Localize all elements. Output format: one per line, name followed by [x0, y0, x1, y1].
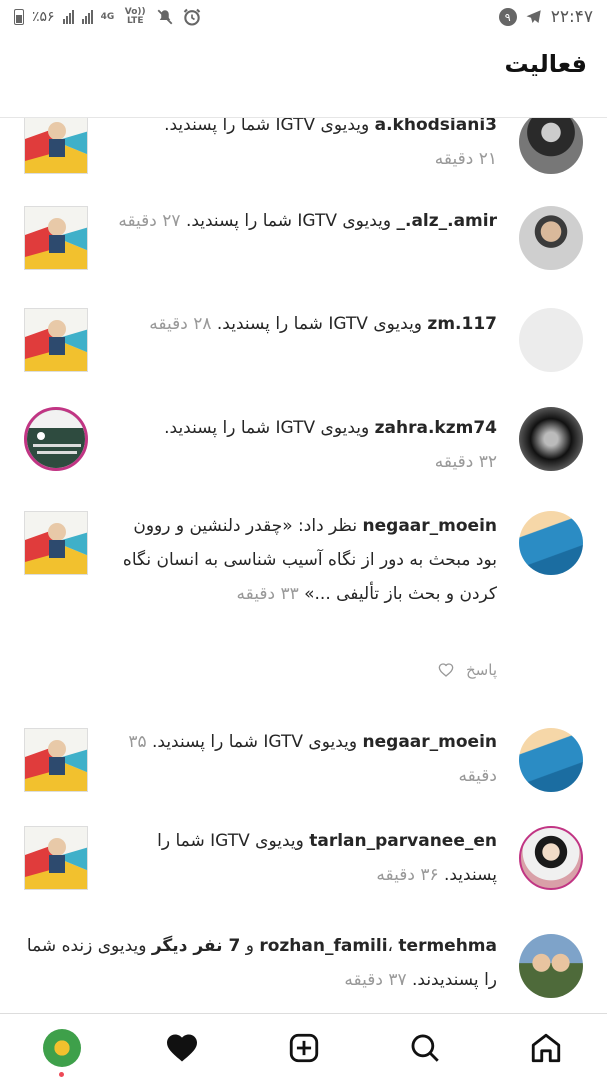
activity-text: ویدیوی IGTV شما را پسندید. — [164, 118, 375, 135]
post-thumbnail[interactable] — [24, 118, 88, 174]
others-link[interactable]: 7 نفر دیگر — [152, 936, 240, 956]
avatar[interactable] — [519, 407, 583, 471]
post-thumbnail[interactable] — [24, 511, 88, 575]
username[interactable]: zahra.kzm74 — [375, 418, 497, 438]
activity-item[interactable]: negaar_moein نظر داد: «چقدر دلنشین و روو… — [0, 511, 607, 701]
post-thumbnail[interactable] — [24, 206, 88, 270]
page-title: فعالیت — [504, 50, 588, 78]
like-heart-icon[interactable] — [438, 662, 454, 678]
activity-item[interactable]: rozhan_famili، termehma و 7 نفر دیگر وید… — [0, 928, 607, 1012]
post-thumbnail[interactable] — [24, 826, 88, 890]
post-thumbnail[interactable] — [24, 728, 88, 792]
activity-item[interactable]: tarlan_parvanee_en ویدیوی IGTV شما را پس… — [0, 826, 607, 926]
volte-label: Vo)) LTE — [124, 7, 146, 26]
avatar[interactable] — [519, 826, 583, 890]
activity-text: ویدیوی IGTV شما را پسندید. — [211, 314, 428, 334]
post-thumbnail[interactable] — [24, 308, 88, 372]
username-2[interactable]: termehma — [398, 936, 497, 956]
avatar[interactable] — [519, 206, 583, 270]
activity-item[interactable]: alz_.amir._ ویدیوی IGTV شما را پسندید. ۲… — [0, 206, 607, 306]
activity-time: ۳۷ دقیقه — [344, 970, 407, 990]
activity-time: ۲۷ دقیقه — [118, 211, 181, 231]
clock: ۲۲:۴۷ — [550, 7, 593, 27]
nav-activity-button[interactable] — [162, 1028, 202, 1068]
activity-text: ویدیوی IGTV شما را پسندید. — [180, 211, 397, 231]
search-icon — [411, 1034, 439, 1062]
activity-time: ۲۸ دقیقه — [149, 314, 212, 334]
activity-time: ۳۶ دقیقه — [376, 865, 439, 885]
activity-item[interactable]: 117.zm ویدیوی IGTV شما را پسندید. ۲۸ دقی… — [0, 308, 607, 404]
username[interactable]: 117.zm — [427, 314, 497, 334]
signal-icon — [62, 10, 74, 24]
nav-home-button[interactable] — [526, 1028, 566, 1068]
bottom-nav — [0, 1013, 607, 1080]
avatar[interactable] — [519, 308, 583, 372]
activity-text: ویدیوی IGTV شما را پسندید. — [164, 418, 375, 438]
network-type: 4G — [100, 11, 115, 22]
separator: ، — [387, 936, 399, 956]
activity-list[interactable]: a.khodsiani3 ویدیوی IGTV شما را پسندید. … — [0, 118, 607, 1012]
home-icon — [531, 1033, 561, 1063]
status-bar-right: ۹ ۲۲:۴۷ — [498, 6, 593, 28]
avatar[interactable] — [519, 118, 583, 174]
battery-level: ٪۵۶ — [32, 9, 55, 25]
activity-text: ویدیوی IGTV شما را پسندید. — [146, 732, 363, 752]
activity-text-prefix: و — [240, 936, 260, 956]
nav-search-button[interactable] — [405, 1028, 445, 1068]
plus-square-icon — [289, 1033, 319, 1063]
username[interactable]: rozhan_famili — [259, 936, 387, 956]
username[interactable]: tarlan_parvanee_en — [309, 831, 497, 851]
username[interactable]: negaar_moein — [363, 516, 497, 536]
profile-avatar-icon — [43, 1029, 81, 1067]
reply-button[interactable]: پاسخ — [466, 661, 497, 679]
activity-item[interactable]: negaar_moein ویدیوی IGTV شما را پسندید. … — [0, 728, 607, 828]
avatar[interactable] — [519, 728, 583, 792]
activity-time: ۲۱ دقیقه — [434, 149, 497, 169]
activity-item[interactable]: a.khodsiani3 ویدیوی IGTV شما را پسندید. … — [0, 118, 607, 190]
avatar[interactable] — [519, 511, 583, 575]
signal-icon-2 — [81, 10, 93, 24]
alarm-icon — [183, 8, 201, 26]
avatar[interactable] — [519, 934, 583, 998]
status-bar-left: ٪۵۶ 4G Vo)) LTE — [14, 6, 202, 28]
notification-dot — [59, 1072, 64, 1077]
post-thumbnail[interactable] — [24, 407, 88, 471]
username[interactable]: alz_.amir._ — [396, 211, 497, 231]
battery-icon — [14, 9, 24, 25]
nav-new-post-button[interactable] — [284, 1028, 324, 1068]
mute-icon — [157, 9, 173, 25]
notification-count-badge: ۹ — [498, 8, 517, 26]
username[interactable]: negaar_moein — [363, 732, 497, 752]
nav-profile-button[interactable] — [42, 1028, 82, 1068]
telegram-icon — [526, 10, 541, 23]
activity-item[interactable]: zahra.kzm74 ویدیوی IGTV شما را پسندید. ۳… — [0, 407, 607, 507]
activity-time: ۳۳ دقیقه — [236, 584, 299, 604]
heart-icon — [167, 1034, 197, 1062]
activity-time: ۳۲ دقیقه — [434, 452, 497, 472]
username[interactable]: a.khodsiani3 — [375, 118, 497, 135]
status-bar: ٪۵۶ 4G Vo)) LTE ۹ ۲۲:۴۷ — [0, 0, 607, 36]
